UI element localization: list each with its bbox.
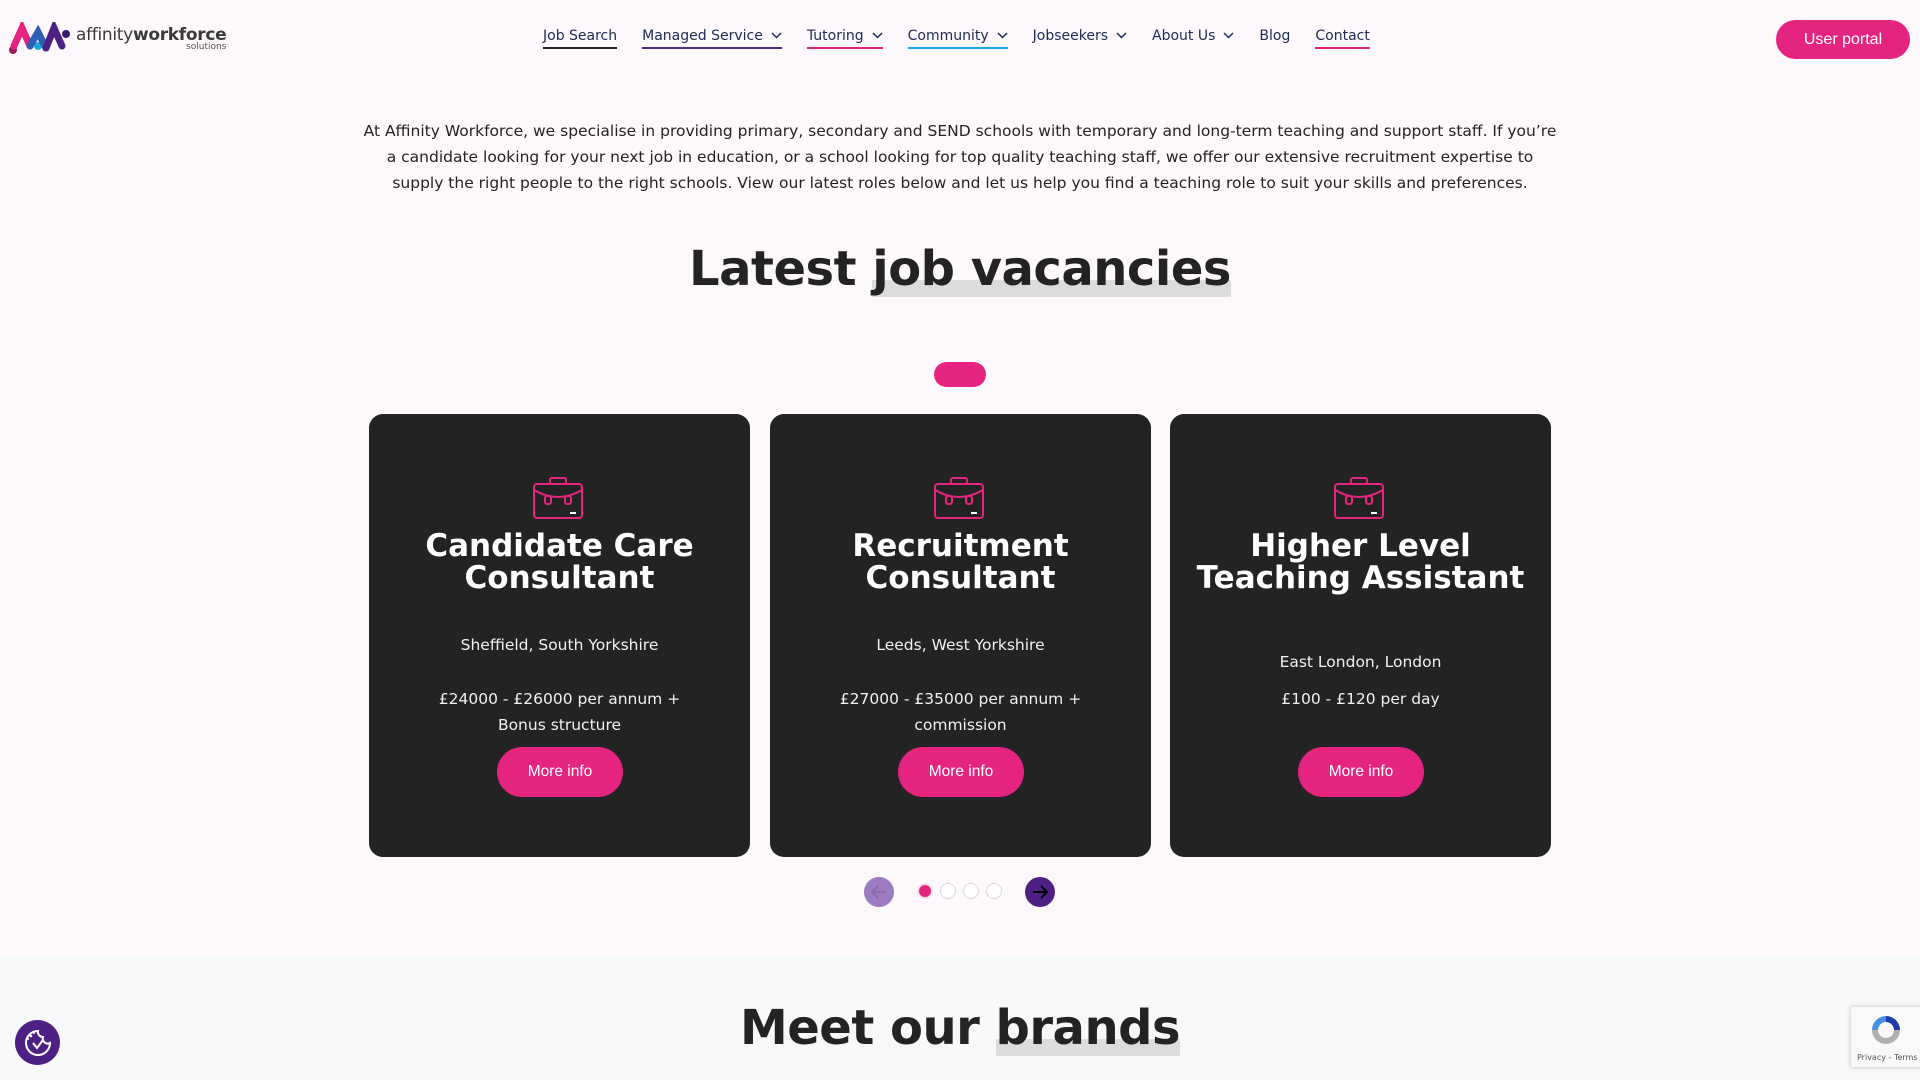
nav-blog[interactable]: Blog <box>1259 27 1290 49</box>
affinity-logo-icon <box>9 22 70 54</box>
job-title: Higher Level Teaching Assistant <box>1196 528 1525 596</box>
chevron-down-icon <box>1116 32 1127 39</box>
jobs-section-title: Latest job vacancies <box>689 241 1231 297</box>
carousel-dot-2[interactable] <box>940 883 956 899</box>
cookie-settings-button[interactable] <box>15 1020 60 1065</box>
carousel-dot-3[interactable] <box>963 883 979 899</box>
arrow-left-icon <box>871 885 886 899</box>
nav-contact[interactable]: Contact <box>1315 27 1370 49</box>
more-info-button[interactable]: More info <box>898 747 1024 797</box>
job-title: Recruitment Consultant <box>852 528 1069 596</box>
site-header: affinityworkforce solutions Job Search M… <box>0 0 1920 78</box>
decorative-pill <box>934 362 986 387</box>
user-portal-button[interactable]: User portal <box>1776 20 1910 59</box>
briefcase-icon <box>533 477 583 519</box>
nav-job-search[interactable]: Job Search <box>543 27 618 49</box>
job-salary: £24000 - £26000 per annum + Bonus struct… <box>438 690 681 734</box>
chevron-down-icon <box>1223 32 1234 39</box>
job-title: Candidate Care Consultant <box>425 528 694 596</box>
chevron-down-icon <box>872 32 883 39</box>
recaptcha-badge[interactable]: Privacy - Terms <box>1850 1006 1920 1068</box>
job-location: Sheffield, South Yorkshire <box>460 636 659 654</box>
nav-about-us[interactable]: About Us <box>1152 27 1234 49</box>
arrow-right-icon <box>1033 885 1048 899</box>
carousel-next-button[interactable] <box>1025 877 1055 907</box>
nav-managed-service[interactable]: Managed Service <box>642 27 782 49</box>
brands-section-title: Meet our brands <box>739 1000 1181 1056</box>
recaptcha-icon <box>1872 1016 1900 1044</box>
carousel-prev-button[interactable] <box>864 877 894 907</box>
job-card: Higher Level Teaching Assistant East Lon… <box>1170 414 1551 857</box>
nav-tutoring[interactable]: Tutoring <box>806 27 883 49</box>
job-salary: £27000 - £35000 per annum + commission <box>839 690 1082 734</box>
job-location: East London, London <box>1279 653 1442 671</box>
job-card: Candidate Care Consultant Sheffield, Sou… <box>369 414 750 857</box>
more-info-button[interactable]: More info <box>1298 747 1424 797</box>
logo[interactable]: affinityworkforce solutions <box>8 22 227 56</box>
briefcase-icon <box>934 477 984 519</box>
chevron-down-icon <box>771 32 782 39</box>
logo-text: affinityworkforce <box>76 24 227 45</box>
nav-jobseekers[interactable]: Jobseekers <box>1033 27 1127 49</box>
job-salary: £100 - £120 per day <box>1281 690 1440 708</box>
more-info-button[interactable]: More info <box>497 747 623 797</box>
intro-text: At Affinity Workforce, we specialise in … <box>363 122 1557 192</box>
nav-community[interactable]: Community <box>907 27 1008 49</box>
chevron-down-icon <box>997 32 1008 39</box>
main-nav: Job Search Managed Service Tutoring Comm… <box>543 27 1395 49</box>
job-location: Leeds, West Yorkshire <box>876 636 1045 654</box>
carousel-dot-4[interactable] <box>986 883 1002 899</box>
recaptcha-terms[interactable]: Privacy - Terms <box>1857 1053 1918 1062</box>
carousel-dot-1[interactable] <box>917 883 933 899</box>
cookie-icon <box>24 1029 51 1056</box>
briefcase-icon <box>1334 477 1384 519</box>
job-card: Recruitment Consultant Leeds, West Yorks… <box>770 414 1151 857</box>
